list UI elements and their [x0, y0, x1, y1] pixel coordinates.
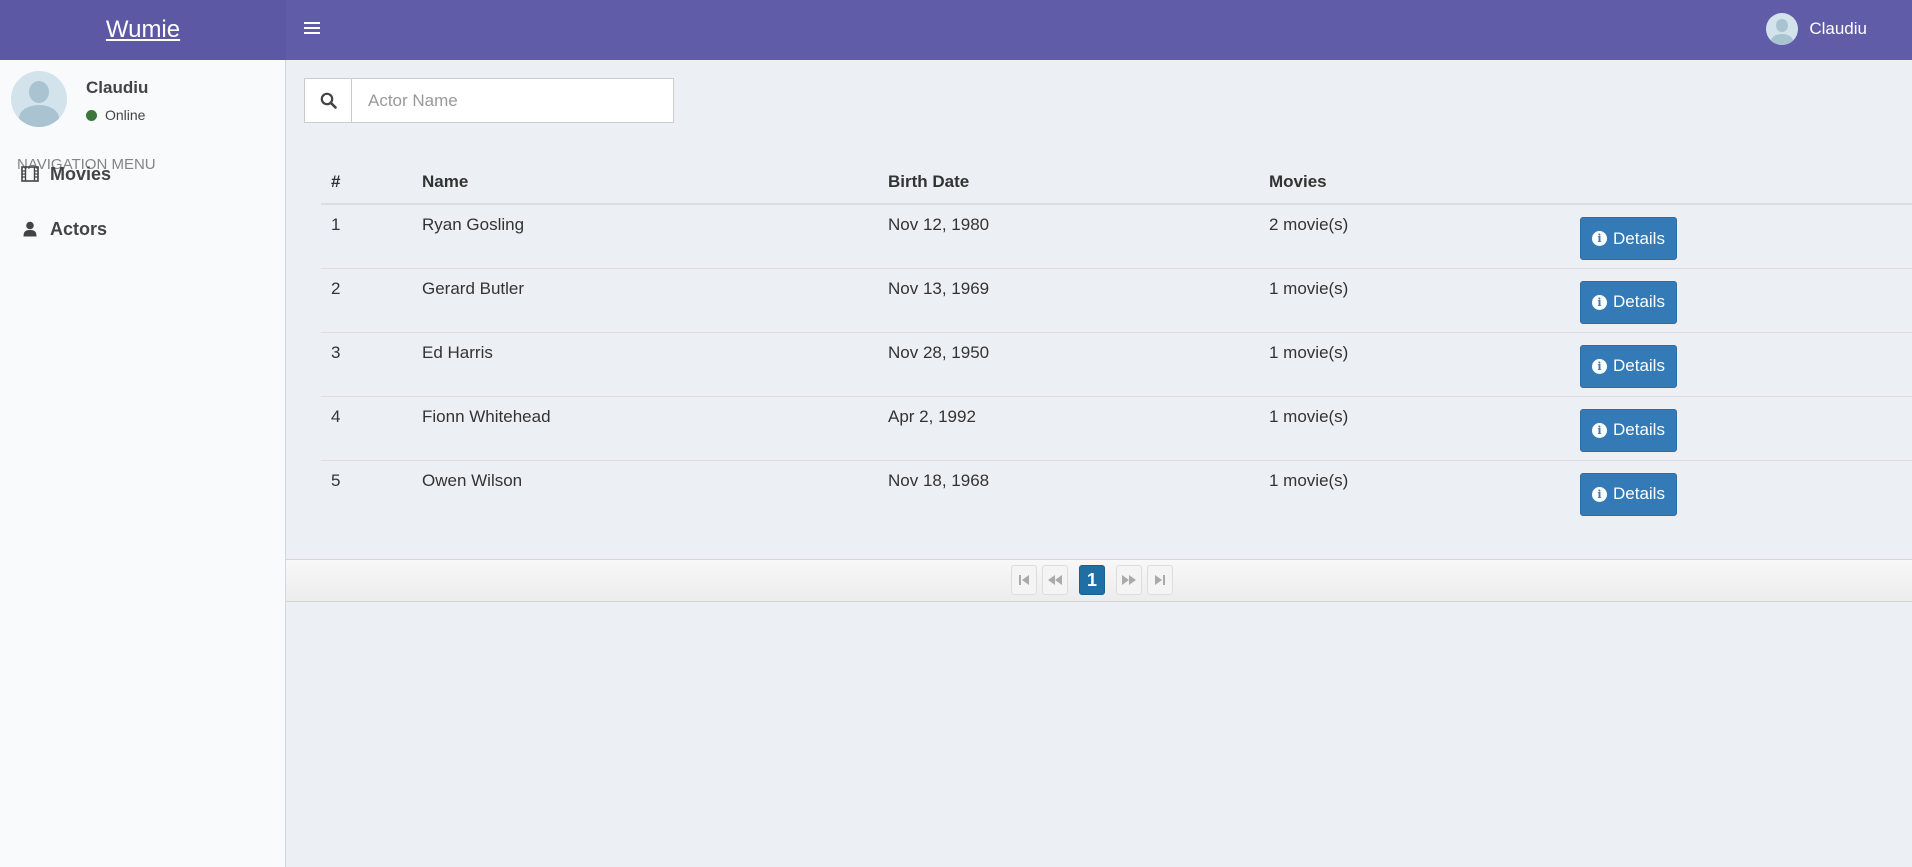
- info-icon: i: [1592, 231, 1607, 246]
- sidebar-item-actors[interactable]: Actors: [0, 208, 285, 250]
- sidebar-user-name: Claudiu: [86, 78, 149, 97]
- details-button[interactable]: i Details: [1580, 217, 1677, 260]
- birth-date: Nov 28, 1950: [878, 331, 1259, 396]
- row-number: 1: [331, 215, 341, 234]
- avatar: [11, 71, 67, 127]
- page-button-current[interactable]: 1: [1079, 565, 1105, 595]
- movie-count: 1 movie(s): [1259, 331, 1570, 396]
- first-page-icon: [1019, 575, 1029, 585]
- movie-count: 1 movie(s): [1259, 267, 1570, 332]
- search-group: [304, 78, 674, 123]
- column-header: [1570, 160, 1912, 205]
- actor-name: Gerard Butler: [412, 267, 878, 332]
- column-header: Movies: [1259, 160, 1570, 205]
- sidebar-toggle-icon[interactable]: [302, 19, 322, 39]
- table-row: 2 Gerard Butler Nov 13, 1969 1 movie(s) …: [321, 267, 1912, 332]
- row-number: 5: [321, 459, 412, 524]
- birth-date: Nov 12, 1980: [888, 215, 990, 234]
- row-number: 3: [321, 331, 412, 396]
- row-number: 4: [321, 395, 412, 460]
- user-menu[interactable]: Claudiu: [1766, 13, 1867, 45]
- movie-count: 2 movie(s): [1269, 215, 1349, 234]
- sidebar-item-label[interactable]: Movies: [50, 164, 111, 185]
- column-header: #: [321, 160, 412, 205]
- logo-link[interactable]: Wumie: [0, 0, 286, 60]
- column-header: Name: [412, 160, 878, 205]
- user-menu-name[interactable]: Claudiu: [1809, 19, 1867, 39]
- info-icon: i: [1592, 294, 1607, 310]
- sidebar-item-movies[interactable]: Movies: [0, 153, 285, 195]
- details-label: Details: [1613, 356, 1665, 375]
- logo-text[interactable]: Wumie: [106, 16, 180, 44]
- status-text: Online: [105, 107, 146, 123]
- sidebar-item-label[interactable]: Actors: [50, 219, 107, 240]
- table-row: 4 Fionn Whitehead Apr 2, 1992 1 movie(s)…: [321, 395, 1912, 460]
- fast-forward-icon: [1122, 575, 1136, 585]
- table-row: 3 Ed Harris Nov 28, 1950 1 movie(s) i Det…: [321, 331, 1912, 396]
- last-page-icon: [1155, 575, 1165, 585]
- details-button[interactable]: i Details: [1580, 472, 1677, 516]
- table-row: 1 Ryan Gosling Nov 12, 1980 2 movie(s) i…: [321, 204, 1912, 268]
- last-page-button[interactable]: [1147, 565, 1173, 595]
- online-dot-icon: [86, 109, 97, 121]
- birth-date: Nov 18, 1968: [878, 459, 1259, 524]
- table-header-row: # Name Birth Date Movies: [321, 160, 1912, 205]
- details-button[interactable]: i Details: [1580, 280, 1677, 324]
- details-label: Details: [1613, 292, 1665, 311]
- user-icon: [19, 221, 41, 237]
- birth-date: Apr 2, 1992: [878, 395, 1259, 460]
- details-button[interactable]: i Details: [1580, 408, 1677, 452]
- avatar: [1766, 13, 1799, 45]
- details-button[interactable]: i Details: [1580, 344, 1677, 388]
- next-page-button[interactable]: [1116, 565, 1142, 595]
- top-navbar: Wumie Claudiu: [0, 0, 1912, 60]
- search-input[interactable]: [352, 78, 674, 123]
- details-label: Details: [1613, 228, 1665, 248]
- status-badge: Online: [86, 107, 145, 123]
- actor-name: Ed Harris: [412, 331, 878, 396]
- movie-count: 1 movie(s): [1259, 395, 1570, 460]
- actor-name: Owen Wilson: [412, 459, 878, 524]
- table-row: 5 Owen Wilson Nov 18, 1968 1 movie(s) iD…: [321, 459, 1912, 524]
- first-page-button[interactable]: [1011, 565, 1037, 595]
- details-label: Details: [1613, 420, 1665, 439]
- sidebar: Claudiu Online NAVIGATION MENU Movies Ac…: [0, 60, 286, 867]
- user-panel: Claudiu Online: [11, 71, 281, 131]
- prev-page-button[interactable]: [1042, 565, 1068, 595]
- row-number: 2: [321, 267, 412, 332]
- info-icon: i: [1592, 358, 1607, 374]
- column-header: Birth Date: [878, 160, 1259, 205]
- pagination: 1: [1011, 565, 1173, 595]
- movie-count: 1 movie(s): [1259, 459, 1570, 524]
- rewind-icon: [1048, 575, 1062, 585]
- actor-name: Fionn Whitehead: [412, 395, 878, 460]
- birth-date: Nov 13, 1969: [878, 267, 1259, 332]
- info-icon: i: [1592, 422, 1607, 438]
- actors-table: # Name Birth Date Movies 1 Ryan Gosling …: [321, 160, 1912, 524]
- search-icon: [304, 78, 352, 123]
- actor-name: Ryan Gosling: [422, 215, 525, 234]
- info-icon: i: [1592, 486, 1607, 502]
- film-icon: [19, 166, 41, 182]
- details-label: Details: [1613, 484, 1665, 503]
